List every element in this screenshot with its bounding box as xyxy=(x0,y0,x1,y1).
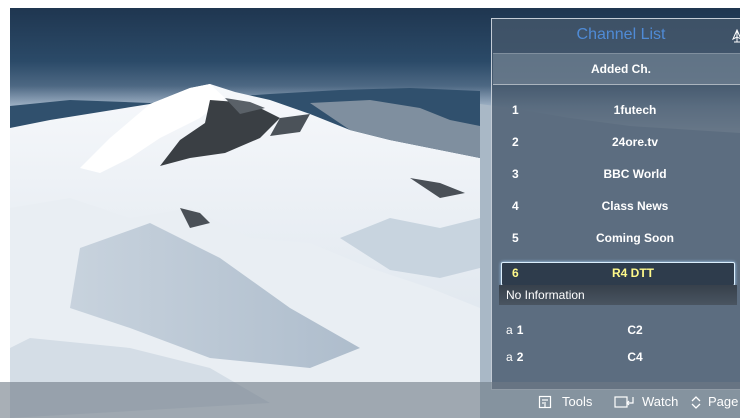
channel-number: 3 xyxy=(512,167,519,181)
channel-list-panel: Channel List Added Ch. 1 1futech 2 24ore… xyxy=(491,18,740,390)
tools-icon xyxy=(538,395,552,409)
channel-row[interactable]: 2 24ore.tv xyxy=(492,129,738,155)
channel-name: C4 xyxy=(627,350,643,364)
channel-number: 1 xyxy=(512,103,519,117)
group-header: Added Ch. xyxy=(493,53,740,85)
page-hint[interactable]: Page xyxy=(690,394,740,410)
channel-row[interactable]: 5 Coming Soon xyxy=(492,225,738,251)
channel-number: a2 xyxy=(506,344,523,370)
channel-name: BBC World xyxy=(603,167,667,181)
bottom-bar: Tools Watch Page xyxy=(0,382,740,418)
pin-icon xyxy=(731,29,740,43)
page-icon xyxy=(691,396,701,409)
channel-row[interactable]: 1 1futech xyxy=(492,97,738,123)
channel-name: 1futech xyxy=(613,103,657,117)
tv-background: Channel List Added Ch. 1 1futech 2 24ore… xyxy=(10,8,740,418)
channel-row[interactable]: 3 BBC World xyxy=(492,161,738,187)
program-info: No Information xyxy=(499,285,737,305)
panel-title: Channel List xyxy=(576,26,666,43)
channel-number: 4 xyxy=(512,199,519,213)
tools-hint[interactable]: Tools xyxy=(538,394,600,410)
watch-icon xyxy=(614,396,634,408)
analog-number: 1 xyxy=(516,323,524,337)
analog-number: 2 xyxy=(516,350,524,364)
analog-prefix: a xyxy=(506,323,513,337)
channel-number: 2 xyxy=(512,135,519,149)
watch-label: Watch xyxy=(642,394,679,409)
tools-label: Tools xyxy=(562,394,593,409)
channel-row[interactable]: 4 Class News xyxy=(492,193,738,219)
channel-name: Coming Soon xyxy=(596,231,674,245)
channel-name: 24ore.tv xyxy=(611,135,659,149)
channel-number: a1 xyxy=(506,317,523,343)
channel-name: Class News xyxy=(601,199,669,213)
page-label: Page xyxy=(708,394,739,409)
analog-prefix: a xyxy=(506,350,513,364)
channel-name: C2 xyxy=(627,323,643,337)
channel-row-selected[interactable]: 6 R4 DTT xyxy=(501,262,735,286)
channel-row[interactable]: a2 C4 xyxy=(492,344,738,370)
channel-number: 5 xyxy=(512,231,519,245)
channel-row[interactable]: a1 C2 xyxy=(492,317,738,343)
channel-name: R4 DTT xyxy=(612,266,654,280)
channel-number: 6 xyxy=(512,266,519,280)
watch-hint[interactable]: Watch xyxy=(614,394,686,410)
